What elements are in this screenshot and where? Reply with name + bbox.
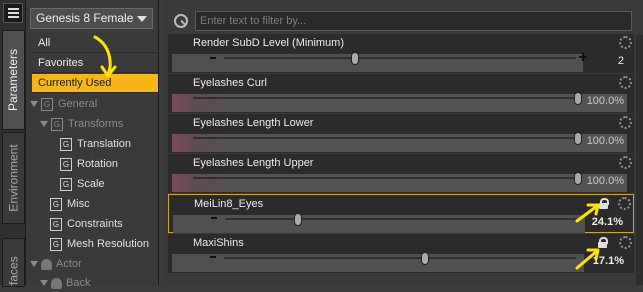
property-value[interactable]: 100.0% bbox=[587, 95, 624, 107]
property-value[interactable]: 2 bbox=[618, 55, 624, 67]
category-currently-used[interactable]: Currently Used bbox=[32, 74, 158, 93]
slider-knob[interactable] bbox=[351, 52, 359, 65]
expand-arrow-icon[interactable] bbox=[30, 101, 38, 108]
slider-rail bbox=[224, 257, 576, 259]
property-slider-meilin8-eyes: MeiLin8_Eyes 24.1% bbox=[168, 194, 634, 233]
chevron-down-icon bbox=[137, 16, 147, 22]
tree-label: Transforms bbox=[68, 118, 124, 130]
property-name: MeiLin8_Eyes bbox=[194, 198, 264, 210]
expand-arrow-icon[interactable] bbox=[40, 280, 48, 287]
slider-rail bbox=[193, 177, 578, 179]
tree-label: General bbox=[58, 98, 98, 110]
tree-item-scale[interactable]: G Scale bbox=[60, 175, 105, 193]
gear-icon[interactable] bbox=[619, 76, 632, 89]
slider-rail bbox=[193, 137, 578, 139]
property-name: MaxiShins bbox=[193, 237, 244, 249]
group-icon: G bbox=[41, 97, 53, 111]
search-icon[interactable] bbox=[170, 10, 192, 32]
tree-label: Rotation bbox=[77, 158, 118, 170]
filter-input[interactable]: Enter text to filter by... bbox=[195, 11, 632, 31]
slider-rail bbox=[224, 57, 576, 59]
tree-label: Misc bbox=[67, 198, 90, 210]
property-name: Eyelashes Length Upper bbox=[193, 157, 314, 169]
tree-label: Scale bbox=[77, 178, 105, 190]
group-icon: G bbox=[50, 197, 62, 211]
expand-arrow-icon[interactable] bbox=[30, 261, 38, 268]
group-icon: G bbox=[51, 117, 63, 131]
tab-parameters-label: Parameters bbox=[6, 48, 21, 112]
tab-surfaces-label: Surfaces bbox=[6, 255, 21, 287]
slider-knob[interactable] bbox=[574, 172, 582, 185]
slider-rail bbox=[193, 97, 578, 99]
property-value[interactable]: 100.0% bbox=[587, 175, 624, 187]
property-value[interactable]: 24.1% bbox=[592, 216, 623, 228]
tab-environment-label: Environment bbox=[6, 144, 21, 212]
property-value[interactable]: 100.0% bbox=[587, 135, 624, 147]
figure-select-value: Genesis 8 Female bbox=[36, 11, 134, 25]
vertical-scrollbar[interactable] bbox=[636, 35, 643, 285]
lock-icon[interactable] bbox=[599, 198, 609, 209]
tree-label: Translation bbox=[77, 138, 132, 150]
tree-label: Back bbox=[66, 277, 91, 289]
tree-item-translation[interactable]: G Translation bbox=[60, 135, 131, 153]
property-name: Eyelashes Length Lower bbox=[193, 117, 314, 129]
slider-knob[interactable] bbox=[574, 132, 582, 145]
side-tab-strip: Parameters Environment Surfaces bbox=[0, 0, 26, 287]
tree-item-transforms[interactable]: G Transforms bbox=[40, 115, 123, 133]
property-name: Eyelashes Curl bbox=[193, 77, 267, 89]
tab-parameters[interactable]: Parameters bbox=[2, 30, 25, 130]
actor-icon bbox=[41, 258, 52, 270]
slider-knob[interactable] bbox=[421, 252, 429, 265]
group-icon: G bbox=[60, 177, 72, 191]
slider-rail bbox=[225, 218, 577, 220]
group-icon: G bbox=[60, 137, 72, 151]
tree-item-misc[interactable]: G Misc bbox=[50, 195, 90, 213]
property-slider-maxishins: MaxiShins 17.1% bbox=[168, 234, 634, 273]
property-slider-eyelashes-length-lower: Eyelashes Length Lower 100.0% bbox=[168, 114, 634, 153]
gear-icon[interactable] bbox=[619, 116, 632, 129]
plus-icon[interactable] bbox=[579, 53, 587, 61]
tree-label: Constraints bbox=[67, 218, 123, 230]
minus-icon[interactable] bbox=[210, 57, 216, 59]
category-all[interactable]: All bbox=[32, 34, 158, 53]
tab-surfaces[interactable]: Surfaces bbox=[2, 238, 25, 287]
slider-knob[interactable] bbox=[294, 213, 302, 226]
minus-icon[interactable] bbox=[211, 217, 217, 219]
property-value[interactable]: 17.1% bbox=[593, 255, 624, 267]
lock-icon[interactable] bbox=[598, 237, 608, 248]
expand-arrow-icon[interactable] bbox=[40, 121, 48, 128]
minus-icon[interactable] bbox=[210, 256, 216, 258]
slider-knob[interactable] bbox=[574, 92, 582, 105]
tree-item-general[interactable]: G General bbox=[30, 95, 97, 113]
actor-icon bbox=[51, 277, 62, 289]
panel-menu-icon[interactable] bbox=[3, 3, 23, 23]
figure-select[interactable]: Genesis 8 Female bbox=[30, 8, 153, 29]
gear-icon[interactable] bbox=[618, 197, 631, 210]
group-icon: G bbox=[50, 217, 62, 231]
tree-item-mesh-resolution[interactable]: G Mesh Resolution bbox=[50, 235, 149, 253]
tab-environment[interactable]: Environment bbox=[2, 132, 25, 224]
tree-item-back[interactable]: Back bbox=[40, 274, 90, 292]
category-panel: Genesis 8 Female All Favorites Currently… bbox=[26, 0, 159, 289]
tree-item-actor[interactable]: Actor bbox=[30, 255, 82, 273]
property-name: Render SubD Level (Minimum) bbox=[193, 37, 344, 49]
property-slider-render-subd: Render SubD Level (Minimum) 2 bbox=[168, 34, 634, 73]
gear-icon[interactable] bbox=[619, 156, 632, 169]
tree-label: Mesh Resolution bbox=[67, 238, 149, 250]
property-panel: Enter text to filter by... Render SubD L… bbox=[164, 0, 643, 285]
group-icon: G bbox=[60, 157, 72, 171]
tree-item-constraints[interactable]: G Constraints bbox=[50, 215, 123, 233]
property-slider-eyelashes-length-upper: Eyelashes Length Upper 100.0% bbox=[168, 154, 634, 193]
category-favorites[interactable]: Favorites bbox=[32, 54, 158, 73]
tree-label: Actor bbox=[56, 258, 82, 270]
tree-item-rotation[interactable]: G Rotation bbox=[60, 155, 118, 173]
group-icon: G bbox=[50, 237, 62, 251]
gear-icon[interactable] bbox=[619, 236, 632, 249]
gear-icon[interactable] bbox=[619, 36, 632, 49]
property-slider-eyelashes-curl: Eyelashes Curl 100.0% bbox=[168, 74, 634, 113]
